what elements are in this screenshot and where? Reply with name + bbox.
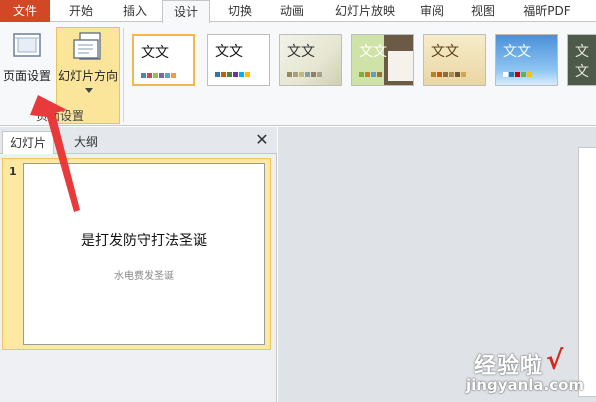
watermark-url: jingyanla.com <box>466 376 585 394</box>
theme-sample-text: 文文 <box>359 44 387 60</box>
slide-title: 是打发防守打法圣诞 <box>81 233 207 249</box>
theme-sample-text: 文文 <box>215 44 243 60</box>
slide-thumbnail[interactable]: 是打发防守打法圣诞 水电费发圣诞 <box>23 163 265 345</box>
close-icon[interactable]: ✕ <box>254 131 270 149</box>
slide-thumbnail-selected[interactable]: 1 是打发防守打法圣诞 水电费发圣诞 <box>2 158 271 350</box>
theme-sample-text: 文文 <box>503 44 531 60</box>
theme-thumb-2[interactable]: 文文 <box>207 34 270 86</box>
tab-foxit-pdf[interactable]: 福昕PDF <box>514 0 580 22</box>
tab-review[interactable]: 审阅 <box>410 0 454 22</box>
page-setup-label: 页面设置 <box>2 69 51 83</box>
tab-slides[interactable]: 幻灯片 <box>2 131 54 154</box>
watermark: 经验啦 √ jingyanla.com <box>466 346 596 402</box>
theme-swatches <box>287 72 322 77</box>
slide-orientation-label: 幻灯片方向 <box>57 69 118 83</box>
theme-sample-text: 文文 <box>141 45 169 61</box>
theme-sample-text: 文文 <box>431 44 459 60</box>
tab-insert[interactable]: 插入 <box>110 0 160 22</box>
tab-outline[interactable]: 大纲 <box>60 131 112 154</box>
tab-design[interactable]: 设计 <box>162 0 210 23</box>
group-label-page-setup: 页面设置 <box>35 109 84 123</box>
tab-slideshow[interactable]: 幻灯片放映 <box>322 0 408 22</box>
theme-thumb-3[interactable]: 文文 <box>279 34 342 86</box>
theme-thumb-office[interactable]: 文文 <box>132 34 195 86</box>
theme-sample-text: 文文 <box>287 44 315 60</box>
theme-thumb-6[interactable]: 文文 <box>495 34 558 86</box>
slides-panel: 幻灯片 大纲 ✕ 1 是打发防守打法圣诞 水电费发圣诞 <box>0 127 277 402</box>
tab-animations[interactable]: 动画 <box>267 0 317 22</box>
panel-tab-bar: 幻灯片 大纲 ✕ <box>0 127 277 154</box>
theme-swatches <box>359 72 382 77</box>
ribbon-tab-bar: 文件 开始 插入 设计 切换 动画 幻灯片放映 审阅 视图 福昕PDF <box>0 0 596 23</box>
theme-thumb-7[interactable]: 文文 <box>567 34 596 86</box>
theme-swatches <box>503 72 532 77</box>
tab-view[interactable]: 视图 <box>458 0 508 22</box>
tab-file[interactable]: 文件 <box>0 0 50 22</box>
tab-transitions[interactable]: 切换 <box>215 0 265 22</box>
theme-swatches <box>215 72 250 77</box>
chevron-down-icon <box>85 88 93 93</box>
theme-swatches <box>431 72 466 77</box>
group-separator <box>123 28 124 122</box>
check-icon: √ <box>546 346 564 376</box>
page-setup-button[interactable]: 页面设置 <box>0 22 54 102</box>
slide-number: 1 <box>9 165 17 178</box>
page-setup-icon <box>13 33 41 57</box>
ribbon-design-panel: 页面设置 幻灯片方向 页面设置 文文 文文 文文 文文 文文 文文 文文 <box>0 22 596 126</box>
slide-subtitle: 水电费发圣诞 <box>114 271 174 282</box>
theme-thumb-4[interactable]: 文文 <box>351 34 414 86</box>
tab-home[interactable]: 开始 <box>56 0 106 22</box>
slide-orientation-icon <box>73 32 101 60</box>
theme-sample-text: 文文 <box>575 44 589 80</box>
theme-thumb-5[interactable]: 文文 <box>423 34 486 86</box>
theme-accent-block <box>388 51 413 81</box>
theme-swatches <box>141 73 176 78</box>
